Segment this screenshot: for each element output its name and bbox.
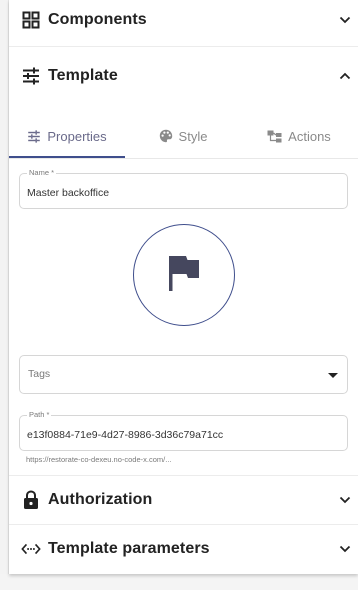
chevron-down-icon[interactable] <box>338 493 352 507</box>
path-field-label: Path * <box>27 410 52 420</box>
path-field[interactable]: Path * e13f0884-71e9-4d27-8986-3d36c79a7… <box>19 410 348 451</box>
chevron-up-icon[interactable] <box>338 69 352 83</box>
template-parameters-title: Template parameters <box>48 540 210 557</box>
code-brackets-icon <box>21 539 41 559</box>
divider <box>9 46 358 47</box>
tab-properties-label: Properties <box>47 128 107 144</box>
path-field-value: e13f0884-71e9-4d27-8986-3d36c79a71cc <box>27 429 224 441</box>
tags-placeholder: Tags <box>28 368 51 380</box>
tab-style[interactable]: Style <box>125 114 241 158</box>
template-parameters-section-header[interactable]: Template parameters <box>9 531 358 567</box>
palette-icon <box>159 129 173 143</box>
tab-properties[interactable]: Properties <box>9 114 125 158</box>
components-title: Components <box>48 11 147 28</box>
properties-panel: Components Template Properties Style Act… <box>9 0 358 574</box>
chevron-down-icon[interactable] <box>338 13 352 27</box>
template-tabs: Properties Style Actions <box>9 114 358 158</box>
template-section-header[interactable]: Template <box>9 60 358 92</box>
bottom-background <box>0 574 358 590</box>
grid-icon <box>21 10 41 30</box>
tab-style-label: Style <box>178 128 208 144</box>
tags-select[interactable]: Tags <box>19 355 348 394</box>
tab-actions-label: Actions <box>288 128 331 144</box>
authorization-title: Authorization <box>48 491 153 508</box>
icon-picker[interactable] <box>133 224 235 326</box>
flow-icon <box>267 130 282 143</box>
path-hint: https://restorate-co-dexeu.no-code-x.com… <box>26 455 172 464</box>
tab-actions[interactable]: Actions <box>241 114 357 158</box>
tune-icon <box>21 66 41 86</box>
chevron-down-icon[interactable] <box>338 542 352 556</box>
divider <box>9 524 358 525</box>
name-field[interactable]: Name * Master backoffice <box>19 168 348 209</box>
tune-icon <box>27 129 41 143</box>
dropdown-arrow-icon <box>328 373 338 378</box>
lock-icon <box>21 490 41 510</box>
left-rail <box>0 0 9 590</box>
authorization-section-header[interactable]: Authorization <box>9 482 358 518</box>
flag-icon <box>166 253 202 298</box>
components-section-header[interactable]: Components <box>9 4 358 36</box>
name-field-value: Master backoffice <box>27 187 110 199</box>
template-title: Template <box>48 67 118 84</box>
tabs-divider <box>9 158 358 159</box>
name-field-label: Name * <box>27 168 57 178</box>
divider <box>9 475 358 476</box>
